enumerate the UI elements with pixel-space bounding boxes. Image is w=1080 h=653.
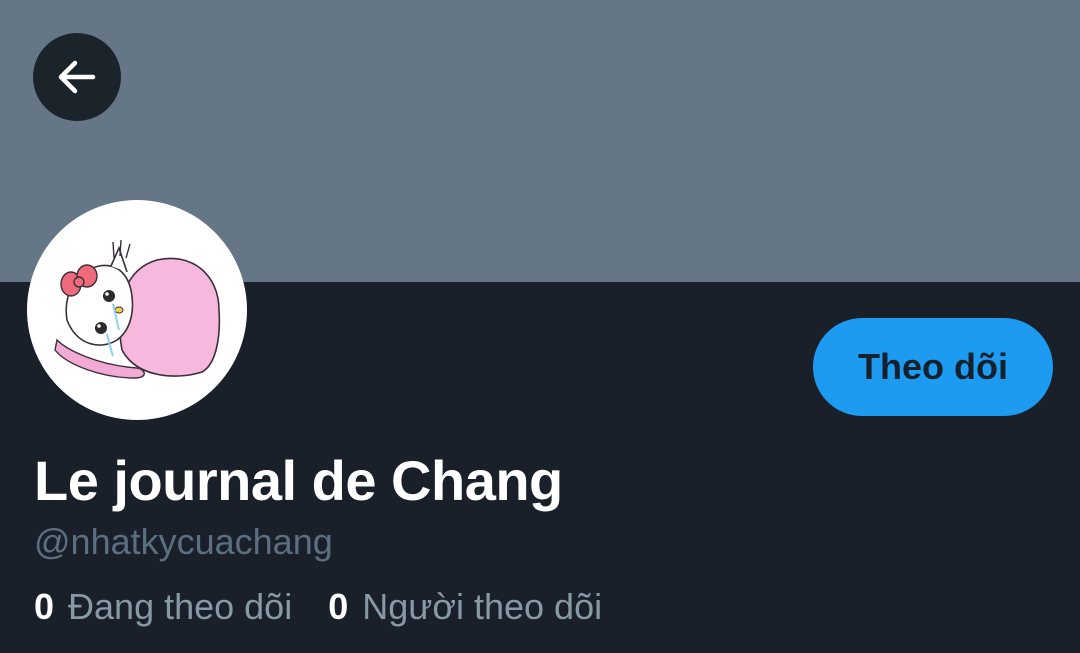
profile-stats: 0 Đang theo dõi 0 Người theo dõi (34, 585, 602, 629)
back-button[interactable] (33, 33, 121, 121)
follow-button[interactable]: Theo dõi (813, 318, 1053, 416)
display-name: Le journal de Chang (34, 449, 563, 512)
followers-count: 0 (328, 586, 349, 627)
followers-label: Người theo dõi (362, 586, 603, 627)
avatar[interactable] (27, 200, 247, 420)
following-count: 0 (34, 586, 55, 627)
profile-handle: @nhatkycuachang (34, 521, 333, 562)
following-label: Đang theo dõi (68, 586, 293, 627)
arrow-left-icon (58, 60, 96, 94)
followers-stat[interactable]: 0 Người theo dõi (328, 585, 602, 629)
hello-kitty-avatar-icon (54, 239, 221, 379)
following-stat[interactable]: 0 Đang theo dõi (34, 585, 292, 629)
